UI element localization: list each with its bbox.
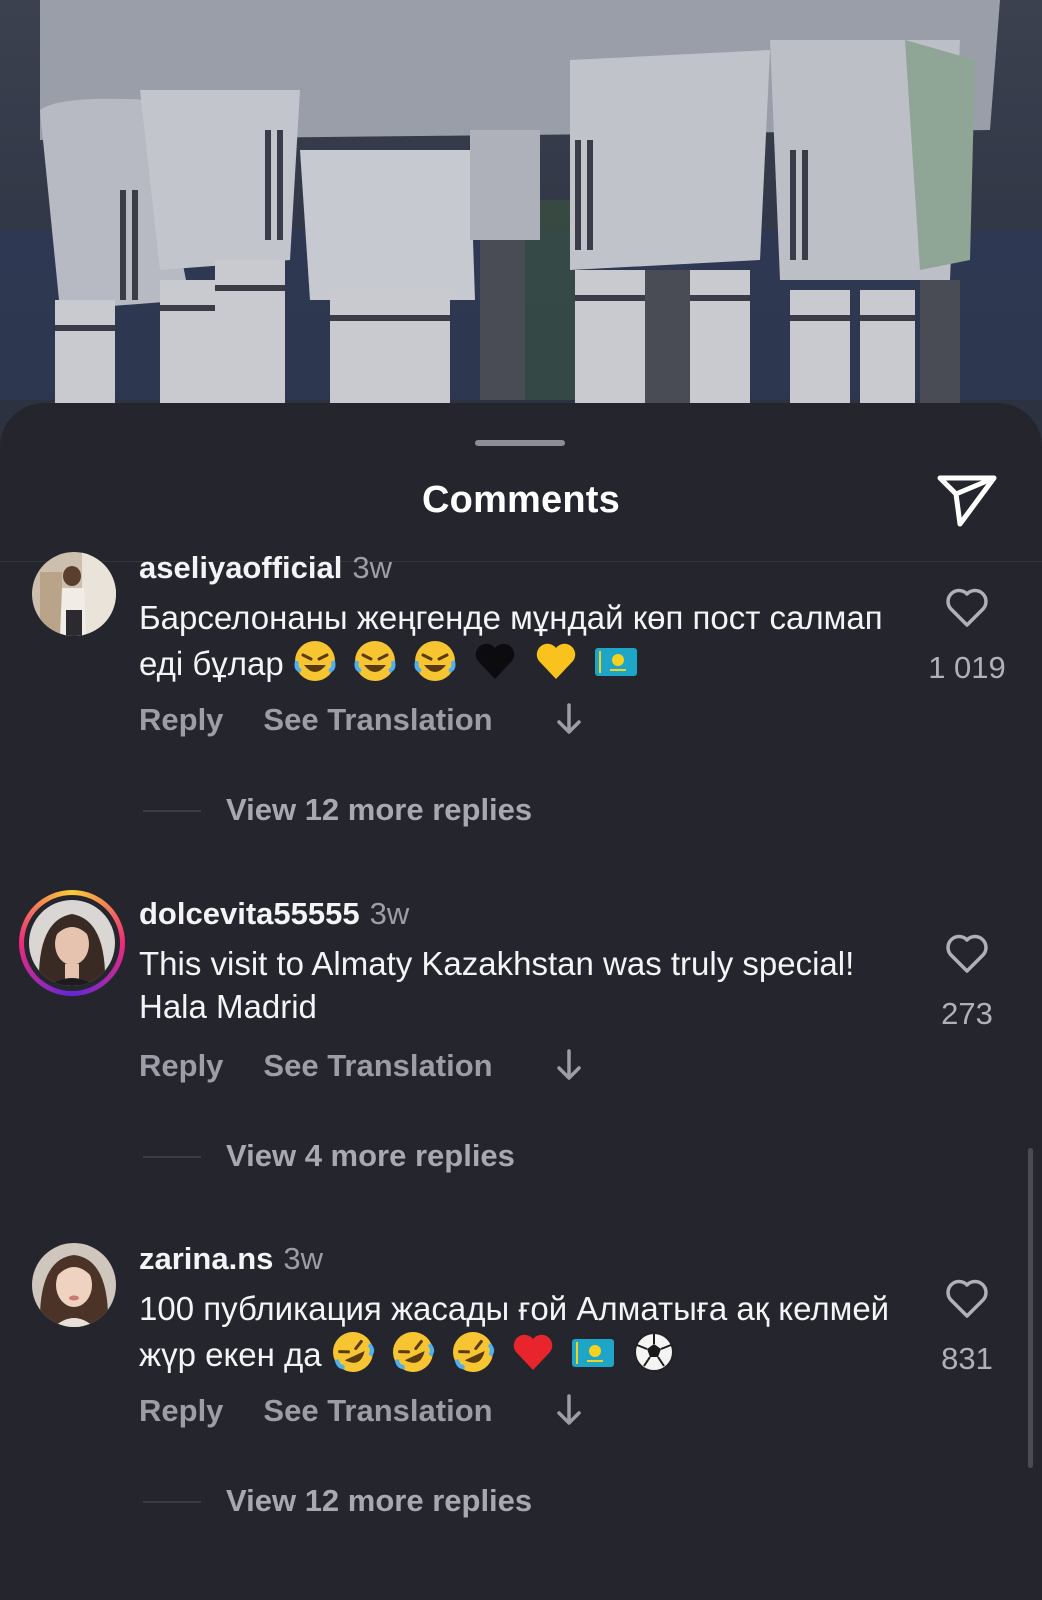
- view-replies-button[interactable]: View 4 more replies: [226, 1138, 515, 1174]
- reply-button[interactable]: Reply: [139, 702, 223, 737]
- comment-username[interactable]: aseliyaofficial: [139, 550, 342, 585]
- heart-icon[interactable]: [945, 934, 989, 974]
- kazakhstan-flag-icon: [594, 648, 637, 676]
- comment-username[interactable]: dolcevita55555: [139, 896, 360, 931]
- like-group: 273: [920, 934, 1014, 1032]
- comment-text: 100 публикация жасады ғой Алматыға ақ ке…: [139, 1287, 899, 1376]
- comment-time: 3w: [283, 1241, 324, 1276]
- arrow-down-icon[interactable]: [555, 702, 583, 736]
- scrollbar[interactable]: [1028, 1148, 1033, 1468]
- heart-icon[interactable]: [945, 588, 989, 628]
- like-group: 831: [920, 1279, 1014, 1377]
- sheet-grabber-handle[interactable]: [475, 440, 565, 446]
- soccer-ball-icon: [633, 1332, 674, 1372]
- comments-sheet: Comments aseliyaofficial 3w Барселонаны ж…: [0, 403, 1042, 1600]
- replies-divider: [143, 810, 201, 812]
- comment-item: zarina.ns 3w 100 публикация жасады ғой Ал…: [0, 1241, 1042, 1583]
- replies-divider: [143, 1501, 201, 1503]
- emoji-row: [331, 1332, 683, 1373]
- view-replies-button[interactable]: View 12 more replies: [226, 1483, 532, 1519]
- comment-actions: Reply See Translation: [139, 1048, 581, 1084]
- comment-text: Барселонаны жеңгенде мұндай көп пост сал…: [139, 596, 899, 685]
- kazakhstan-flag-icon: [572, 1339, 615, 1367]
- replies-divider: [143, 1156, 201, 1158]
- red-heart-icon: [514, 1334, 553, 1370]
- send-icon[interactable]: [936, 472, 998, 530]
- see-translation-button[interactable]: See Translation: [263, 702, 492, 737]
- comment-header: zarina.ns 3w: [139, 1241, 323, 1277]
- rofl-icon: [332, 1332, 374, 1372]
- like-count: 831: [941, 1341, 993, 1376]
- comment-actions: Reply See Translation: [139, 1393, 581, 1429]
- emoji-row: [293, 641, 645, 682]
- yellow-heart-icon: [536, 643, 575, 679]
- arrow-down-icon[interactable]: [555, 1048, 583, 1082]
- rofl-icon: [392, 1332, 435, 1372]
- like-count: 1 019: [928, 650, 1006, 685]
- avatar-with-story-ring[interactable]: [19, 890, 125, 996]
- like-group: 1 019: [920, 588, 1014, 686]
- avatar[interactable]: [32, 552, 116, 636]
- comment-time: 3w: [369, 896, 410, 931]
- view-replies-button[interactable]: View 12 more replies: [226, 792, 532, 828]
- laughing-icon: [414, 641, 456, 681]
- arrow-down-icon[interactable]: [555, 1393, 583, 1427]
- laughing-icon: [294, 641, 336, 681]
- comment-actions: Reply See Translation: [139, 702, 581, 738]
- see-translation-button[interactable]: See Translation: [263, 1048, 492, 1083]
- rofl-icon: [453, 1332, 495, 1372]
- reply-button[interactable]: Reply: [139, 1393, 223, 1428]
- comment-username[interactable]: zarina.ns: [139, 1241, 273, 1276]
- sheet-title: Comments: [422, 479, 620, 521]
- black-heart-icon: [476, 643, 515, 679]
- reply-button[interactable]: Reply: [139, 1048, 223, 1083]
- comment-header: dolcevita55555 3w: [139, 896, 409, 932]
- comment-text: This visit to Almaty Kazakhstan was trul…: [139, 942, 899, 1028]
- comment-item: dolcevita55555 3w This visit to Almaty Ka…: [0, 890, 1042, 1238]
- laughing-icon: [354, 641, 396, 681]
- like-count: 273: [941, 996, 993, 1031]
- comment-body: This visit to Almaty Kazakhstan was trul…: [139, 945, 855, 1025]
- comment-time: 3w: [352, 550, 392, 585]
- avatar[interactable]: [32, 1243, 116, 1327]
- comment-header: aseliyaofficial 3w: [139, 550, 392, 586]
- comment-item: aseliyaofficial 3w Барселонаны жеңгенде м…: [0, 550, 1042, 892]
- heart-icon[interactable]: [945, 1279, 989, 1319]
- see-translation-button[interactable]: See Translation: [263, 1393, 492, 1428]
